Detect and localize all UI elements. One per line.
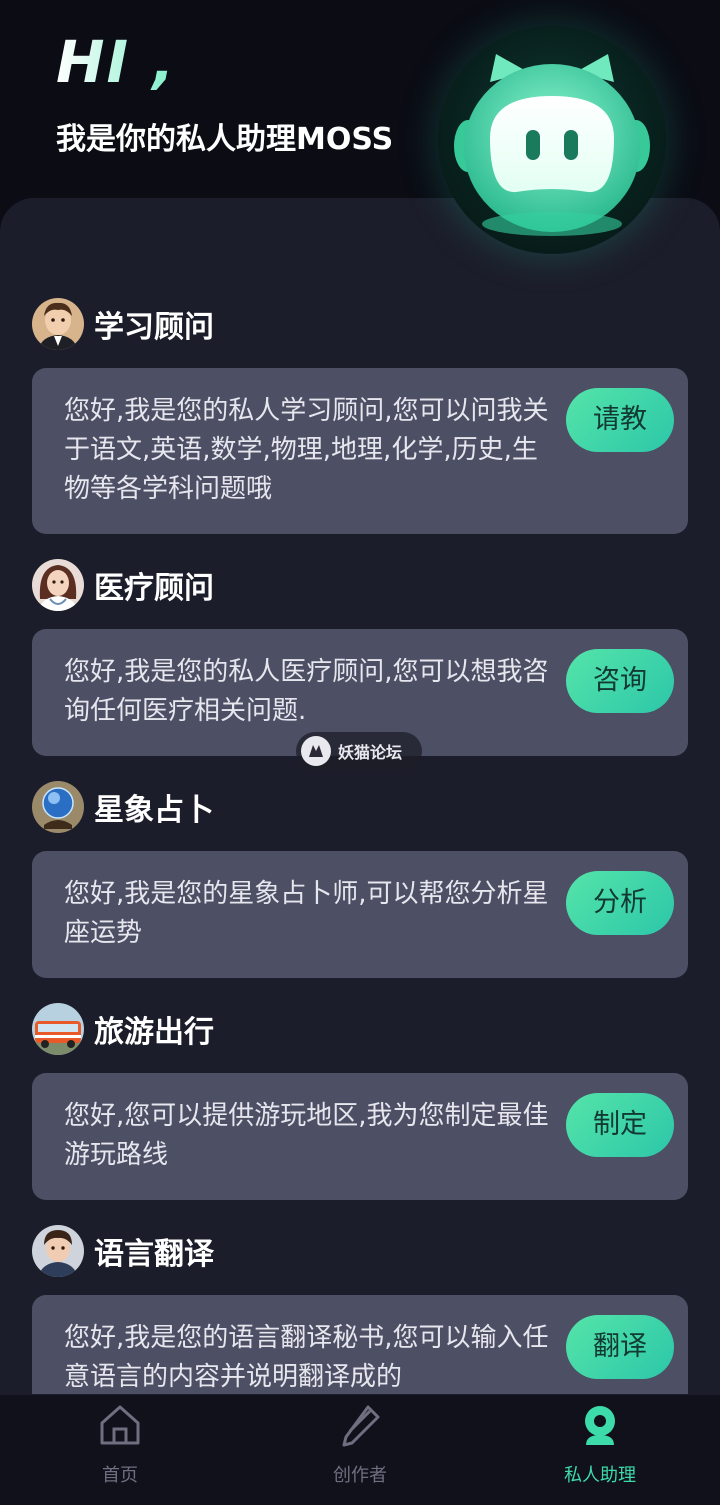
assistant-card: 您好,您可以提供游玩地区,我为您制定最佳游玩路线 制定 bbox=[32, 1073, 688, 1200]
section-title-label: 星象占卜 bbox=[94, 793, 214, 828]
analyze-button[interactable]: 分析 bbox=[566, 871, 674, 935]
assistant-icon bbox=[585, 1406, 615, 1445]
crystal-ball-avatar bbox=[32, 781, 84, 833]
section-title-label: 语言翻译 bbox=[94, 1237, 214, 1272]
watermark-text: 妖猫论坛 bbox=[338, 743, 403, 762]
tab-label: 首页 bbox=[102, 1465, 138, 1486]
ask-button[interactable]: 请教 bbox=[566, 388, 674, 452]
tab-home[interactable]: 首页 bbox=[0, 1395, 240, 1505]
assistant-card: 您好,我是您的星象占卜师,可以帮您分析星座运势 分析 bbox=[32, 851, 688, 978]
tab-creator[interactable]: 创作者 bbox=[240, 1395, 480, 1505]
bus-avatar bbox=[32, 1003, 84, 1055]
card-description: 您好,我是您的私人医疗顾问,您可以想我咨询任何医疗相关问题. bbox=[64, 657, 549, 726]
consult-button[interactable]: 咨询 bbox=[566, 649, 674, 713]
card-description: 您好,我是您的私人学习顾问,您可以问我关于语文,英语,数学,物理,地理,化学,历… bbox=[64, 396, 549, 504]
home-icon bbox=[100, 1405, 140, 1445]
greeting-text: HI , bbox=[56, 28, 177, 96]
section-title-label: 旅游出行 bbox=[94, 1015, 214, 1050]
section-study-advisor: 学习顾问 bbox=[32, 298, 214, 350]
tab-label: 私人助理 bbox=[564, 1465, 636, 1486]
boy-student-avatar bbox=[32, 298, 84, 350]
tab-label: 创作者 bbox=[333, 1465, 387, 1486]
plan-button[interactable]: 制定 bbox=[566, 1093, 674, 1157]
bottom-tab-bar: 首页 创作者 私人助理 bbox=[0, 1394, 720, 1505]
tab-assistant[interactable]: 私人助理 bbox=[480, 1395, 720, 1505]
section-title-label: 医疗顾问 bbox=[94, 571, 214, 606]
cat-logo-icon bbox=[301, 736, 331, 766]
moss-mascot-icon bbox=[438, 26, 666, 254]
section-title-label: 学习顾问 bbox=[94, 310, 214, 345]
forum-watermark: 妖猫论坛 bbox=[296, 732, 422, 770]
section-astrology: 星象占卜 bbox=[32, 781, 214, 833]
section-travel: 旅游出行 bbox=[32, 1003, 214, 1055]
edit-icon bbox=[342, 1405, 380, 1447]
doctor-avatar bbox=[32, 559, 84, 611]
translate-button[interactable]: 翻译 bbox=[566, 1315, 674, 1379]
card-description: 您好,我是您的语言翻译秘书,您可以输入任意语言的内容并说明翻译成的 bbox=[64, 1323, 549, 1392]
intro-text: 我是你的私人助理MOSS bbox=[56, 122, 394, 157]
card-description: 您好,我是您的星象占卜师,可以帮您分析星座运势 bbox=[64, 879, 549, 948]
section-translation: 语言翻译 bbox=[32, 1225, 214, 1277]
card-description: 您好,您可以提供游玩地区,我为您制定最佳游玩路线 bbox=[64, 1101, 549, 1170]
assistant-card: 您好,我是您的私人学习顾问,您可以问我关于语文,英语,数学,物理,地理,化学,历… bbox=[32, 368, 688, 534]
assistant-card: 您好,我是您的语言翻译秘书,您可以输入任意语言的内容并说明翻译成的 翻译 bbox=[32, 1295, 688, 1405]
translator-avatar bbox=[32, 1225, 84, 1277]
section-medical-advisor: 医疗顾问 bbox=[32, 559, 214, 611]
